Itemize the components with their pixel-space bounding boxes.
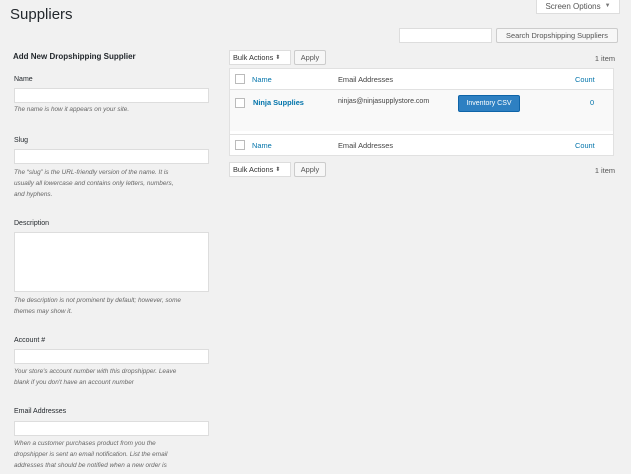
page-title: Suppliers: [10, 6, 73, 23]
apply-button-top[interactable]: Apply: [294, 50, 326, 65]
search-input[interactable]: [399, 28, 492, 43]
description-hint: The description is not prominent by defa…: [14, 297, 181, 315]
count-column-footer[interactable]: Count: [575, 141, 595, 150]
table-header: Name Email Addresses Count: [230, 69, 613, 90]
select-arrows-icon: ⬍: [275, 167, 281, 173]
name-column-header[interactable]: Name: [252, 75, 272, 84]
screen-options-label: Screen Options: [545, 1, 601, 11]
name-label: Name: [14, 76, 33, 83]
select-all-checkbox-bottom[interactable]: [235, 140, 245, 150]
account-hint: Your store's account number with this dr…: [14, 368, 177, 386]
name-hint: The name is how it appears on your site.: [14, 106, 130, 113]
search-suppliers-button[interactable]: Search Dropshipping Suppliers: [496, 28, 618, 43]
slug-hint: The “slug” is the URL-friendly version o…: [14, 169, 174, 198]
table-footer: Name Email Addresses Count: [230, 134, 613, 155]
supplier-count-link[interactable]: 0: [590, 98, 594, 107]
supplier-email: ninjas@ninjasupplystore.com: [338, 98, 430, 105]
description-label: Description: [14, 220, 50, 227]
form-title: Add New Dropshipping Supplier: [13, 52, 136, 61]
email-hint: When a customer purchases product from y…: [14, 440, 168, 469]
item-count-bottom: 1 item: [594, 166, 615, 175]
count-column-header[interactable]: Count: [575, 75, 595, 84]
email-field[interactable]: [14, 421, 209, 436]
email-label: Email Addresses: [14, 408, 67, 415]
bulk-actions-label: Bulk Actions: [233, 165, 274, 174]
table-row: Ninja Supplies ninjas@ninjasupplystore.c…: [230, 90, 613, 131]
name-field[interactable]: [14, 88, 209, 103]
account-field[interactable]: [14, 349, 209, 364]
bulk-actions-select-bottom[interactable]: Bulk Actions ⬍: [229, 162, 291, 177]
bulk-actions-select-top[interactable]: Bulk Actions ⬍: [229, 50, 291, 65]
description-field[interactable]: [14, 232, 209, 292]
account-label: Account #: [14, 337, 46, 344]
bulk-actions-label: Bulk Actions: [233, 53, 274, 62]
email-column-header: Email Addresses: [338, 75, 394, 84]
supplier-name-link[interactable]: Ninja Supplies: [253, 98, 304, 107]
inventory-csv-button[interactable]: Inventory CSV: [458, 95, 520, 112]
apply-button-bottom[interactable]: Apply: [294, 162, 326, 177]
slug-label: Slug: [14, 137, 29, 144]
email-column-footer: Email Addresses: [338, 141, 394, 150]
screen-options-button[interactable]: Screen Options ▼: [536, 0, 620, 14]
suppliers-table: Name Email Addresses Count Ninja Supplie…: [229, 68, 614, 156]
item-count-top: 1 item: [594, 54, 615, 63]
row-checkbox[interactable]: [235, 98, 245, 108]
slug-field[interactable]: [14, 149, 209, 164]
select-arrows-icon: ⬍: [275, 55, 281, 61]
name-column-footer[interactable]: Name: [252, 141, 272, 150]
select-all-checkbox[interactable]: [235, 74, 245, 84]
caret-down-icon: ▼: [604, 3, 611, 9]
